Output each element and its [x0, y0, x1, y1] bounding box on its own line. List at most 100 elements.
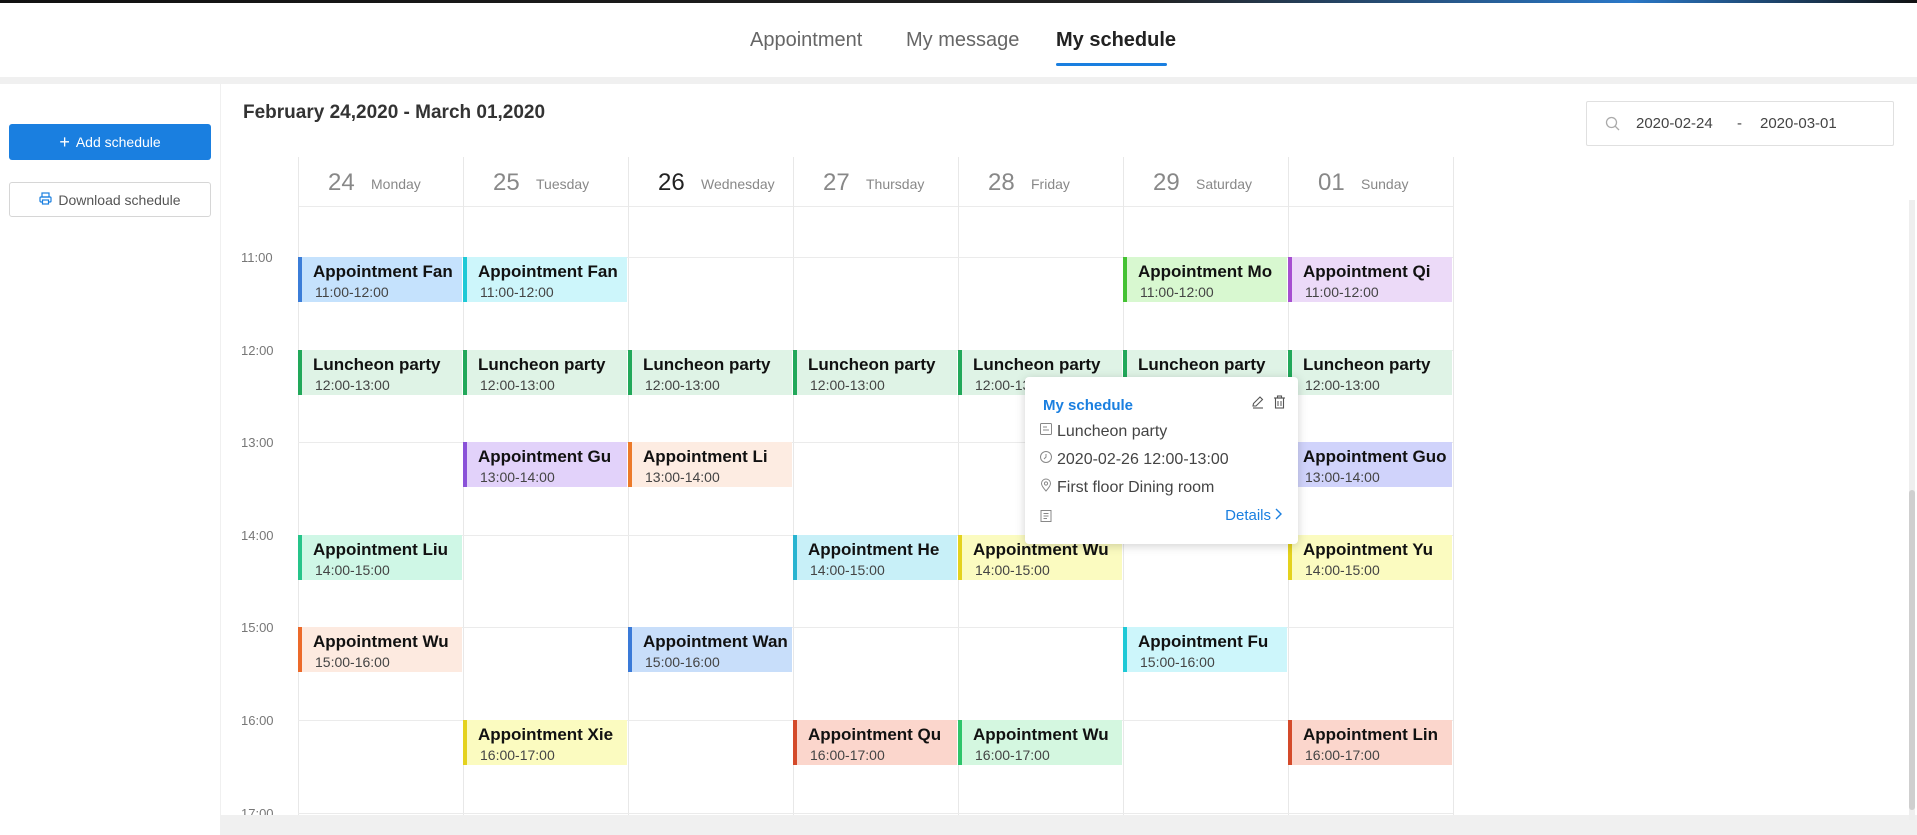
event-title: Appointment Yu [1303, 539, 1434, 559]
tab-my-message[interactable]: My message [906, 29, 1019, 52]
details-link[interactable]: Details [1225, 507, 1282, 524]
event-block[interactable]: Luncheon party 12:00-13:00 [1288, 349, 1452, 395]
event-block[interactable]: Appointment Li 13:00-14:00 [628, 442, 792, 488]
day-name: Wednesday [701, 176, 775, 192]
event-title: Luncheon party [313, 354, 441, 374]
search-icon [1605, 116, 1620, 136]
event-time: 14:00-15:00 [810, 561, 885, 578]
hour-line [298, 812, 1453, 814]
tab-my-schedule[interactable]: My schedule [1056, 29, 1176, 52]
event-title: Appointment Fan [478, 262, 618, 281]
event-block[interactable]: Appointment Fan 11:00-12:00 [298, 257, 462, 302]
hour-label: 14:00 [241, 527, 274, 543]
event-block[interactable]: Appointment Liu 14:00-15:00 [298, 534, 462, 580]
event-block[interactable]: Appointment Fan 11:00-12:00 [463, 257, 627, 302]
location-pin-icon [1039, 478, 1053, 497]
event-block[interactable]: Appointment Qi 11:00-12:00 [1288, 257, 1452, 302]
hour-label: 13:00 [241, 435, 274, 451]
event-time: 15:00-16:00 [645, 654, 720, 671]
event-block[interactable]: Appointment He 14:00-15:00 [793, 534, 957, 580]
event-block[interactable]: Appointment Lin 16:00-17:00 [1288, 720, 1452, 765]
event-time: 11:00-12:00 [480, 284, 554, 300]
day-number: 25 [493, 169, 520, 196]
event-block[interactable]: Luncheon party 12:00-13:00 [298, 349, 462, 395]
event-block[interactable]: Appointment Wu 15:00-16:00 [298, 627, 462, 673]
hour-label: 16:00 [241, 713, 274, 728]
event-title: Appointment Li [643, 447, 768, 467]
event-title: Luncheon party [478, 354, 606, 374]
add-schedule-label: Add schedule [75, 134, 161, 150]
chevron-right-icon [1274, 507, 1282, 524]
event-block[interactable]: Luncheon party 12:00-13:00 [463, 349, 627, 395]
day-number: 26 [658, 169, 685, 196]
date-range-title: February 24,2020 - March 01,2020 [243, 102, 546, 123]
day-header: 01 Sunday [1288, 157, 1454, 206]
event-time: 14:00-15:00 [975, 561, 1050, 578]
tab-appointment[interactable]: Appointment [750, 29, 862, 52]
event-block[interactable]: Appointment Gu 13:00-14:00 [463, 442, 627, 488]
event-title: Appointment Lin [1303, 725, 1439, 744]
day-column-divider [793, 157, 794, 815]
day-number: 27 [823, 169, 850, 196]
day-name: Saturday [1196, 176, 1253, 192]
event-title: Appointment Liu [313, 539, 449, 559]
top-nav-bar: Appointment My message My schedule [0, 3, 1917, 77]
add-schedule-button[interactable]: + Add schedule [9, 124, 211, 160]
event-block[interactable]: Appointment Fu 15:00-16:00 [1123, 627, 1287, 673]
event-title: Appointment He [808, 539, 940, 559]
event-block[interactable]: Appointment Mo 11:00-12:00 [1123, 257, 1287, 302]
date-end-input[interactable]: 2020-03-01 [1760, 115, 1837, 132]
day-column-divider [958, 157, 959, 815]
date-range-picker[interactable]: 2020-02-24 - 2020-03-01 [1586, 101, 1894, 146]
event-time: 11:00-12:00 [1140, 284, 1214, 300]
event-block[interactable]: Appointment Xie 16:00-17:00 [463, 720, 627, 765]
event-time: 14:00-15:00 [1305, 561, 1380, 578]
event-block[interactable]: Appointment Wu 16:00-17:00 [958, 720, 1122, 765]
popover-event-name: Luncheon party [1057, 422, 1168, 440]
event-block[interactable]: Luncheon party 12:00-13:00 [628, 349, 792, 395]
calendar-note-icon [1039, 422, 1053, 441]
date-start-input[interactable]: 2020-02-24 [1636, 115, 1713, 132]
popover-time-row: 2020-02-26 12:00-13:00 [1039, 450, 1229, 469]
clock-icon [1039, 450, 1053, 469]
popover-title: My schedule [1043, 397, 1134, 414]
event-title: Luncheon party [973, 354, 1101, 374]
event-title: Luncheon party [1138, 354, 1266, 374]
event-block[interactable]: Appointment Qu 16:00-17:00 [793, 720, 957, 765]
day-name: Tuesday [536, 176, 590, 192]
edit-icon[interactable] [1251, 395, 1265, 414]
event-block[interactable]: Luncheon party 12:00-13:00 [793, 349, 957, 395]
event-time: 14:00-15:00 [315, 561, 390, 578]
scrollbar-thumb[interactable] [1909, 490, 1915, 810]
event-time: 12:00-13:00 [1305, 376, 1380, 393]
day-column-divider [1453, 157, 1454, 815]
hour-label: 15:00 [241, 620, 274, 636]
event-time: 12:00-13:00 [480, 376, 555, 393]
event-title: Appointment Wan [643, 632, 788, 652]
popover-location-row: First floor Dining room [1039, 478, 1214, 497]
event-title: Appointment Qu [808, 725, 942, 744]
event-block[interactable]: Appointment Guo 13:00-14:00 [1288, 442, 1452, 488]
download-schedule-button[interactable]: Download schedule [9, 182, 211, 217]
event-title: Appointment Fu [1138, 632, 1269, 652]
active-tab-indicator [1056, 63, 1167, 66]
download-schedule-label: Download schedule [58, 191, 181, 208]
event-time: 13:00-14:00 [480, 469, 555, 486]
event-title: Appointment Qi [1303, 262, 1431, 281]
event-title: Appointment Guo [1303, 447, 1447, 467]
day-number: 29 [1153, 169, 1180, 196]
event-time: 11:00-12:00 [315, 284, 389, 300]
event-time: 13:00-14:00 [645, 469, 720, 486]
event-time: 16:00-17:00 [1305, 747, 1380, 763]
day-number: 28 [988, 169, 1015, 196]
sidebar: + Add schedule Download schedule [0, 84, 220, 835]
event-time: 11:00-12:00 [1305, 284, 1379, 300]
event-block[interactable]: Appointment Wan 15:00-16:00 [628, 627, 792, 673]
event-title: Luncheon party [1303, 354, 1431, 374]
event-block[interactable]: Appointment Yu 14:00-15:00 [1288, 534, 1452, 580]
notes-icon [1039, 509, 1053, 528]
day-header: 24 Monday [298, 157, 464, 206]
event-title: Luncheon party [808, 354, 936, 374]
trash-icon[interactable] [1273, 395, 1286, 414]
day-name: Monday [371, 176, 421, 192]
